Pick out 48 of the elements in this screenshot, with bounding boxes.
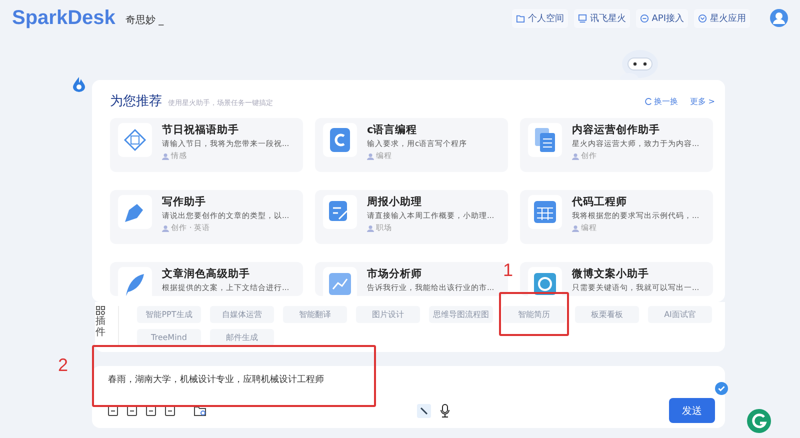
folder-icon[interactable] (194, 406, 206, 416)
user-icon (572, 152, 579, 160)
card-title: 周报小助理 (367, 195, 423, 209)
user-icon (162, 152, 169, 160)
nav-link[interactable]: API接入 (636, 8, 688, 28)
nav-link[interactable]: 星火应用 (694, 8, 750, 28)
avatar-icon[interactable] (770, 9, 788, 27)
file-icon[interactable] (108, 405, 118, 416)
card-title: 微博文案小助手 (572, 267, 650, 281)
monitor-icon (578, 14, 587, 22)
user-icon (367, 224, 374, 232)
user-icon (367, 152, 374, 160)
logo[interactable]: SparkDesk (12, 6, 116, 30)
slogan: 奇思妙 _ (125, 14, 164, 27)
magic-wand-icon[interactable] (417, 404, 431, 418)
card-title: 节日祝福语助手 (162, 123, 240, 137)
annotation-frame (499, 292, 569, 336)
more-link[interactable]: 更多 > (690, 96, 715, 107)
nav-link[interactable]: 讯飞星火 (574, 8, 630, 28)
card-title: 代码工程师 (572, 195, 628, 209)
refresh-link[interactable]: 换一换 (644, 96, 678, 107)
grammar-assistant-icon[interactable] (746, 408, 772, 434)
user-icon (162, 224, 169, 232)
user-icon (572, 224, 579, 232)
card-title: 写作助手 (162, 195, 207, 209)
card-title: c语言编程 (367, 123, 418, 137)
microphone-icon[interactable] (440, 404, 450, 418)
eye-icon (534, 273, 556, 295)
plugins-label: 插件 (96, 316, 106, 338)
app-circle-icon (698, 14, 707, 22)
card-title: 文章润色高级助手 (162, 267, 251, 281)
annotation-number: 2 (58, 355, 68, 376)
folder-icon (516, 14, 525, 22)
flame-logo-icon (72, 76, 86, 92)
chart-icon (329, 273, 351, 295)
section-title: 为您推荐 (110, 93, 162, 110)
message-input[interactable]: 春雨，湖南大学，机械设计专业，应聘机械设计工程师 (108, 374, 715, 384)
letter-c-icon (330, 128, 350, 152)
send-button[interactable]: 发送 (669, 398, 715, 423)
card-title: 内容运营创作助手 (572, 123, 661, 137)
nav-link[interactable]: 个人空间 (512, 8, 568, 28)
calculator-icon (534, 201, 556, 223)
documents-icon (535, 128, 555, 152)
card-title: 市场分析师 (367, 267, 423, 281)
refresh-icon (644, 98, 652, 105)
feather-icon (124, 272, 146, 296)
grid-icon (96, 306, 105, 315)
diamond-character-icon (123, 128, 147, 152)
